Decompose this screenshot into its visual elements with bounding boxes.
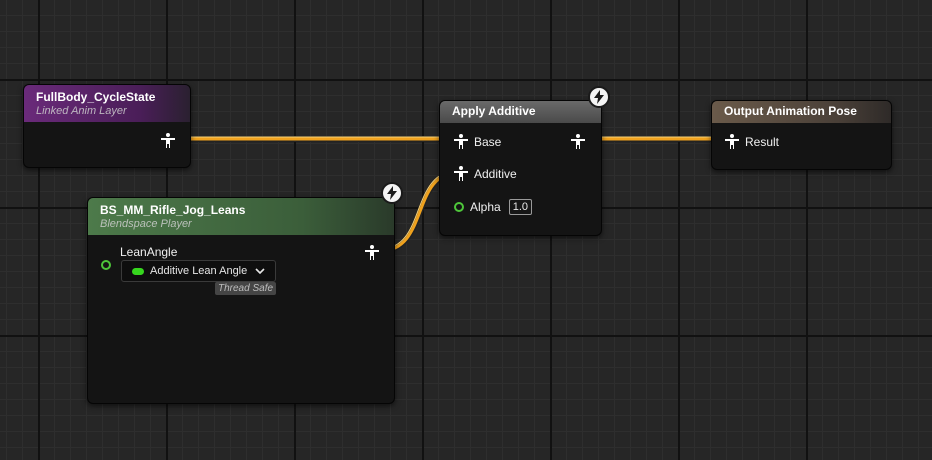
lean-angle-dropdown[interactable]: Additive Lean Angle [121,260,276,282]
pin-label: LeanAngle [120,245,178,259]
output-pose-pin[interactable] [365,245,379,260]
node-title: FullBody_CycleState [36,90,156,104]
variable-indicator [132,267,144,275]
node-title: Apply Additive [452,104,536,118]
input-pin-result[interactable]: Result [725,134,779,149]
chevron-down-icon [255,268,265,274]
float-pin-icon[interactable] [101,260,111,270]
node-header: Output Animation Pose [712,101,891,123]
pose-pin-icon [161,133,175,148]
input-pin-base[interactable]: Base [454,134,501,149]
alpha-value-input[interactable]: 1.0 [508,199,532,215]
pin-label: Result [745,134,780,149]
node-header: BS_MM_Rifle_Jog_Leans Blendspace Player [88,198,394,235]
node-output-animation-pose[interactable]: Output Animation Pose Result [711,100,892,170]
input-pin-lean-angle[interactable]: LeanAngle [101,245,177,259]
node-subtitle: Linked Anim Layer [36,105,127,117]
output-pose-pin[interactable] [161,133,175,148]
node-blendspace-player[interactable]: BS_MM_Rifle_Jog_Leans Blendspace Player … [87,197,395,404]
lightning-bolt-icon [381,182,403,204]
output-pose-pin[interactable] [571,134,585,149]
float-pin-icon [454,202,464,212]
pose-pin-icon [454,134,468,149]
input-pin-alpha[interactable]: Alpha 1.0 [454,199,532,215]
pin-label: Additive [474,166,517,181]
node-title: Output Animation Pose [724,104,857,118]
thread-safe-badge: Thread Safe [215,282,277,295]
pose-pin-icon [571,134,585,149]
node-header: Apply Additive [440,101,601,123]
pin-label: Base [474,134,502,149]
pose-pin-icon [365,245,379,260]
node-title: BS_MM_Rifle_Jog_Leans [100,203,246,217]
node-subtitle: Blendspace Player [100,218,192,230]
node-apply-additive[interactable]: Apply Additive Base Additive Alpha 1.0 [439,100,602,236]
pin-label: Alpha [470,200,501,214]
pose-pin-icon [454,166,468,181]
node-fullbody-cyclestate[interactable]: FullBody_CycleState Linked Anim Layer [23,84,191,168]
pose-pin-icon [725,134,739,149]
node-header: FullBody_CycleState Linked Anim Layer [24,85,190,122]
input-pin-additive[interactable]: Additive [454,166,517,181]
dropdown-value: Additive Lean Angle [150,265,248,277]
lightning-bolt-icon [588,86,610,108]
